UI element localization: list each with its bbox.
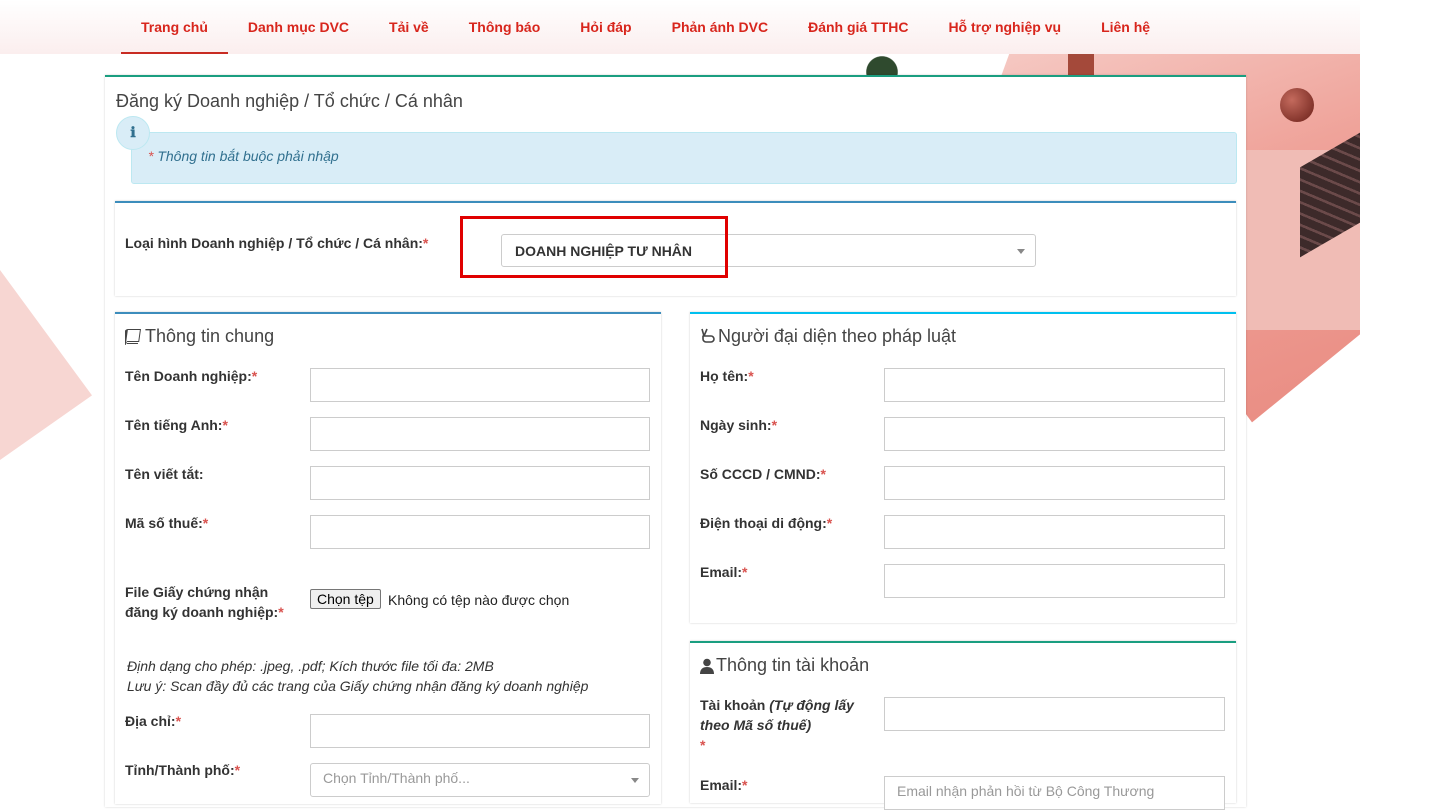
account-info-panel: Thông tin tài khoản Tài khoản (Tự động l…: [690, 641, 1236, 810]
file-status-text: Không có tệp nào được chọn: [388, 592, 570, 608]
legal-representative-title: Người đại diện theo pháp luật: [718, 326, 957, 346]
account-email-placeholder: Email nhận phản hồi từ Bộ Công Thương: [897, 783, 1155, 799]
full-name-label: Họ tên:: [700, 368, 749, 384]
nav-item-evaluation[interactable]: Đánh giá TTHC: [788, 0, 928, 54]
required-note: Thông tin bắt buộc phải nhập: [157, 148, 339, 164]
general-info-panel: Thông tin chung Tên Doanh nghiệp:* Tên t…: [115, 312, 661, 804]
page-title: Đăng ký Doanh nghiệp / Tổ chức / Cá nhân: [116, 91, 463, 111]
english-name-label: Tên tiếng Anh:: [125, 417, 223, 433]
id-number-label: Số CCCD / CMND:: [700, 466, 821, 482]
business-name-label: Tên Doanh nghiệp:: [125, 368, 252, 384]
short-name-label: Tên viết tắt:: [125, 466, 204, 482]
file-upload-label: File Giấy chứng nhận đăng ký doanh nghiệ…: [125, 584, 279, 620]
tax-code-label: Mã số thuế:: [125, 515, 203, 531]
background-decoration: [0, 270, 92, 460]
file-scan-note: Lưu ý: Scan đầy đủ các trang của Giấy ch…: [127, 678, 589, 694]
email-label: Email:: [700, 564, 743, 580]
chevron-down-icon: [1017, 249, 1025, 254]
decoration-ball: [1280, 88, 1314, 122]
address-label: Địa chỉ:: [125, 713, 176, 729]
nav-item-feedback[interactable]: Phản ánh DVC: [652, 0, 788, 54]
nav-menu: Trang chủ Danh mục DVC Tải về Thông báo …: [121, 0, 1170, 54]
account-info-title: Thông tin tài khoản: [716, 655, 870, 675]
top-navigation: Trang chủ Danh mục DVC Tải về Thông báo …: [0, 0, 1360, 54]
province-placeholder: Chọn Tỉnh/Thành phố...: [323, 770, 470, 786]
book-icon: [125, 328, 141, 345]
mobile-input[interactable]: [884, 515, 1225, 549]
full-name-input[interactable]: [884, 368, 1225, 402]
dob-input[interactable]: [884, 417, 1225, 451]
info-icon: ℹ: [116, 116, 150, 150]
legal-representative-panel: Người đại diện theo pháp luật Họ tên:* N…: [690, 312, 1236, 623]
mobile-label: Điện thoại di động:: [700, 515, 827, 531]
tax-code-input[interactable]: [310, 515, 650, 549]
nav-item-home[interactable]: Trang chủ: [121, 0, 228, 54]
business-name-input[interactable]: [310, 368, 650, 402]
nav-item-downloads[interactable]: Tải về: [369, 0, 449, 54]
account-email-label: Email:: [700, 777, 743, 793]
required-star: *: [148, 148, 154, 164]
chevron-down-icon: [631, 778, 639, 783]
hand-peace-icon: [701, 328, 715, 343]
nav-item-announcements[interactable]: Thông báo: [449, 0, 561, 54]
short-name-input[interactable]: [310, 466, 650, 500]
dob-label: Ngày sinh:: [700, 417, 772, 433]
email-input[interactable]: [884, 564, 1225, 598]
user-icon: [700, 658, 714, 674]
business-type-label: Loại hình Doanh nghiệp / Tổ chức / Cá nh…: [125, 235, 423, 251]
nav-item-support[interactable]: Hỗ trợ nghiệp vụ: [928, 0, 1081, 54]
username-label: Tài khoản: [700, 697, 766, 713]
province-select[interactable]: Chọn Tỉnh/Thành phố...: [310, 763, 650, 797]
username-input[interactable]: [884, 697, 1225, 731]
nav-item-faq[interactable]: Hỏi đáp: [560, 0, 651, 54]
highlight-box: [460, 216, 728, 278]
choose-file-button[interactable]: Chọn tệp: [310, 589, 381, 609]
english-name-input[interactable]: [310, 417, 650, 451]
file-format-note: Định dạng cho phép: .jpeg, .pdf; Kích th…: [127, 658, 494, 674]
id-number-input[interactable]: [884, 466, 1225, 500]
general-info-title: Thông tin chung: [145, 326, 275, 346]
address-input[interactable]: [310, 714, 650, 748]
required-info-alert: * Thông tin bắt buộc phải nhập: [131, 132, 1237, 184]
nav-item-services[interactable]: Danh mục DVC: [228, 0, 369, 54]
nav-item-contact[interactable]: Liên hệ: [1081, 0, 1170, 54]
province-label: Tỉnh/Thành phố:: [125, 762, 235, 778]
account-email-input[interactable]: Email nhận phản hồi từ Bộ Công Thương: [884, 776, 1225, 810]
